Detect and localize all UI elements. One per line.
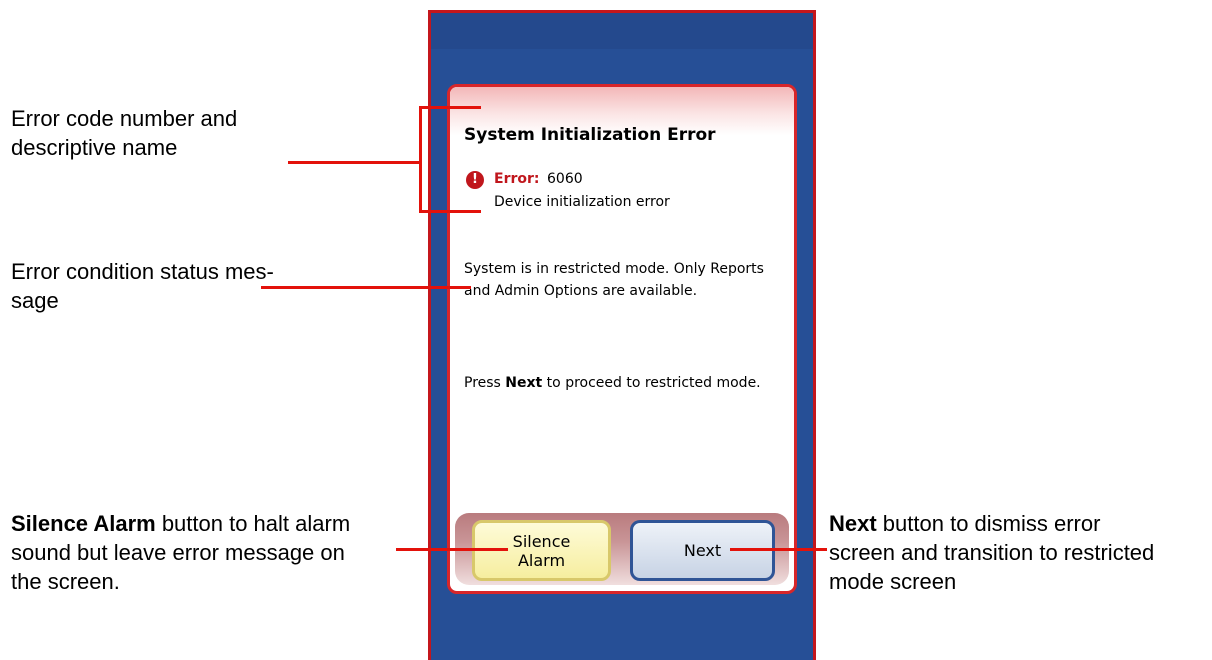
instruction-message: Press Next to proceed to restricted mode… bbox=[464, 372, 764, 394]
instruction-pre: Press bbox=[464, 375, 506, 391]
instruction-post: to proceed to restricted mode. bbox=[542, 375, 761, 391]
callout-status-line1: Error condition status mes- bbox=[11, 259, 274, 284]
callout-next-line1: Next button to dismiss error bbox=[829, 509, 1154, 538]
callout-silence-line3: the screen. bbox=[11, 569, 120, 594]
callout-line-silence bbox=[396, 548, 508, 551]
callout-line-next bbox=[730, 548, 827, 551]
callout-silence-bold: Silence Alarm bbox=[11, 511, 156, 536]
instruction-next-bold: Next bbox=[505, 375, 543, 391]
error-label: Error: bbox=[494, 171, 540, 187]
callout-silence-rest: button to halt alarm bbox=[155, 511, 351, 536]
status-message: System is in restricted mode. Only Repor… bbox=[464, 261, 764, 299]
callout-bracket-bottom bbox=[419, 210, 481, 213]
callout-error-code-line2: descriptive name bbox=[11, 135, 178, 160]
callout-line-error-code-horizontal bbox=[288, 161, 422, 164]
callout-status-message: Error condition status mes- sage bbox=[11, 257, 274, 315]
device-top-bar bbox=[431, 13, 813, 49]
callout-error-code-line1: Error code number and bbox=[11, 106, 238, 131]
dialog-title: System Initialization Error bbox=[464, 125, 716, 145]
callout-next: Next button to dismiss error screen and … bbox=[829, 509, 1154, 596]
callout-silence-line1: Silence Alarm button to halt alarm bbox=[11, 509, 350, 538]
callout-silence-line2: sound but leave error message on bbox=[11, 540, 345, 565]
callout-line-status bbox=[261, 286, 471, 289]
callout-error-code: Error code number and descriptive name bbox=[11, 104, 237, 162]
next-label: Next bbox=[683, 541, 722, 560]
callout-bracket-top bbox=[419, 106, 481, 109]
callout-next-line3: mode screen bbox=[829, 569, 957, 594]
error-exclamation-icon: ! bbox=[466, 171, 484, 189]
callout-bracket-vertical bbox=[419, 106, 422, 213]
device-screen: System Initialization Error ! Error: 606… bbox=[428, 10, 816, 660]
callout-status-line2: sage bbox=[11, 288, 59, 313]
error-description: Device initialization error bbox=[494, 194, 670, 210]
error-dialog: System Initialization Error ! Error: 606… bbox=[447, 84, 797, 594]
callout-next-bold: Next bbox=[829, 511, 877, 536]
callout-next-line2: screen and transition to restricted bbox=[829, 540, 1155, 565]
silence-alarm-label: Silence Alarm bbox=[512, 531, 571, 570]
error-code: 6060 bbox=[547, 171, 583, 187]
callout-silence-alarm: Silence Alarm button to halt alarm sound… bbox=[11, 509, 350, 596]
callout-next-rest: button to dismiss error bbox=[876, 511, 1101, 536]
